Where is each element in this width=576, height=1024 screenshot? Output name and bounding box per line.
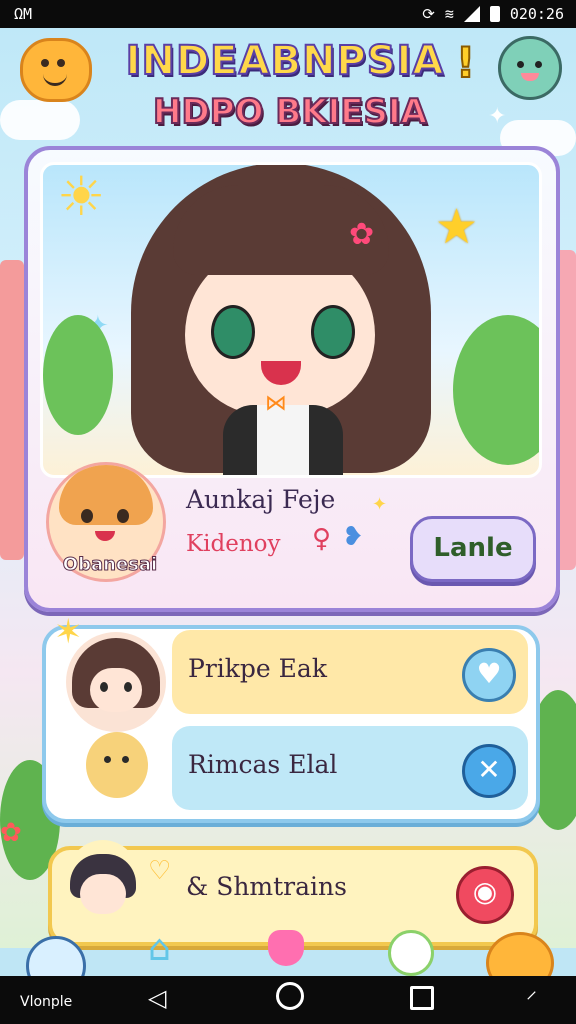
profile-bear-icon[interactable] (498, 36, 562, 100)
tree-right (453, 315, 539, 465)
flower-icon: ✿ (0, 818, 22, 848)
bowtie-icon: ⋈ (265, 391, 287, 416)
burst-icon: ✶ (54, 612, 83, 652)
player-subtitle: Kidenoy (186, 531, 281, 557)
list-item-label: Rimcas Elal (188, 750, 338, 779)
friend-avatar-2[interactable] (86, 732, 148, 798)
sync-icon: ⟳ (422, 5, 435, 23)
recents-icon[interactable] (410, 986, 434, 1010)
list-item-label: & Shmtrains (186, 872, 347, 901)
game-title-line2: HDPO BKIESIA (152, 91, 428, 133)
status-time: 020:26 (509, 5, 564, 23)
status-bar: ΩM ⟳ ≋ 020:26 (0, 0, 576, 28)
star-icon: ★ (435, 199, 479, 255)
list-item-label: Prikpe Eak (188, 654, 327, 683)
home-tab-label: Vlonple (20, 994, 73, 1010)
lanle-button[interactable]: Lanle (410, 516, 536, 582)
character-eye-right (311, 305, 355, 359)
avatar-label: Obanesai (62, 554, 158, 576)
signal-icon (463, 6, 480, 22)
heart-outline-icon: ♡ (148, 856, 172, 886)
sparkle-icon: ✦ (372, 494, 388, 515)
battery-icon (489, 6, 500, 22)
face-icon[interactable]: ◉ (456, 866, 514, 924)
wifi-icon: ≋ (444, 5, 454, 23)
close-icon[interactable]: ✕ (462, 744, 516, 798)
status-left-text: ΩM (14, 5, 33, 23)
heart-chat-icon[interactable]: ♥ (462, 648, 516, 702)
home-icon[interactable] (276, 982, 304, 1010)
friend-avatar-1[interactable] (66, 632, 166, 732)
building-left (0, 260, 24, 560)
accessibility-icon[interactable]: ⸍ (526, 984, 537, 1014)
bird-icon: ❥ (342, 522, 364, 552)
mascot-badge-left[interactable] (20, 38, 92, 102)
house-icon[interactable]: ⌂ (148, 928, 171, 969)
friend-avatar-3[interactable] (64, 840, 142, 930)
back-icon[interactable]: ◁ (148, 984, 166, 1012)
balloon-icon: ♀ (312, 524, 332, 554)
flower-tab-icon[interactable] (388, 930, 434, 976)
status-right: ⟳ ≋ 020:26 (422, 5, 564, 23)
cloud (0, 100, 80, 140)
exclaim-mark: ! (455, 37, 476, 88)
sparkle-icon: ✦ (488, 104, 507, 129)
character-scene: ☀ ★ ✦ ★ ✿ ⋈ (40, 162, 542, 478)
player-name: Aunkaj Feje (186, 485, 336, 514)
tree-left (43, 315, 113, 435)
game-title-line1: INDEABNPSIA (125, 37, 445, 85)
sun-icon: ☀ (57, 165, 106, 228)
system-nav-bar: ◁ ⸍ (0, 976, 576, 1024)
hair-bow-icon: ✿ (349, 217, 375, 252)
character-eye-left (211, 305, 255, 359)
heart-tab-icon[interactable] (268, 930, 304, 966)
